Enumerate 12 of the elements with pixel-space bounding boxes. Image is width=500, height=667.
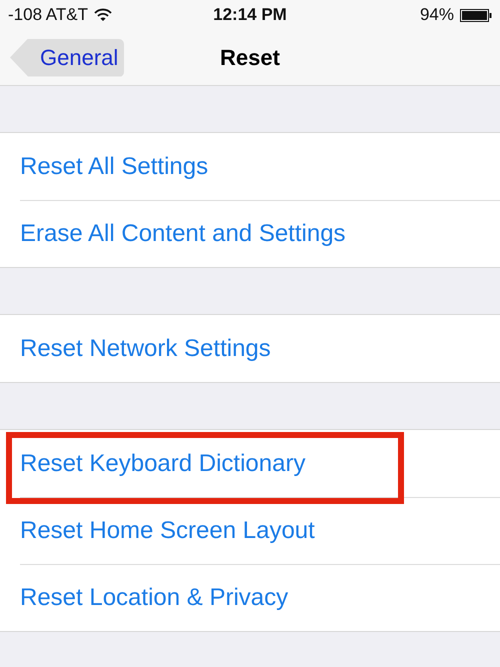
battery-percent: 94%	[420, 5, 454, 25]
settings-option[interactable]: Reset Keyboard Dictionary	[20, 450, 306, 478]
carrier-name: -108 AT&T	[8, 5, 88, 25]
screen-title: Reset	[220, 44, 280, 70]
settings-option[interactable]: Reset All Settings	[20, 152, 208, 180]
settings-option[interactable]: Erase All Content and Settings	[20, 220, 346, 248]
settings-option[interactable]: Reset Home Screen Layout	[20, 516, 315, 544]
wifi-icon	[94, 8, 112, 22]
battery-icon	[460, 8, 492, 22]
settings-option[interactable]: Reset Location & Privacy	[20, 584, 288, 612]
clock-time: 12:14 PM	[213, 5, 287, 25]
back-button[interactable]: General	[10, 38, 124, 76]
